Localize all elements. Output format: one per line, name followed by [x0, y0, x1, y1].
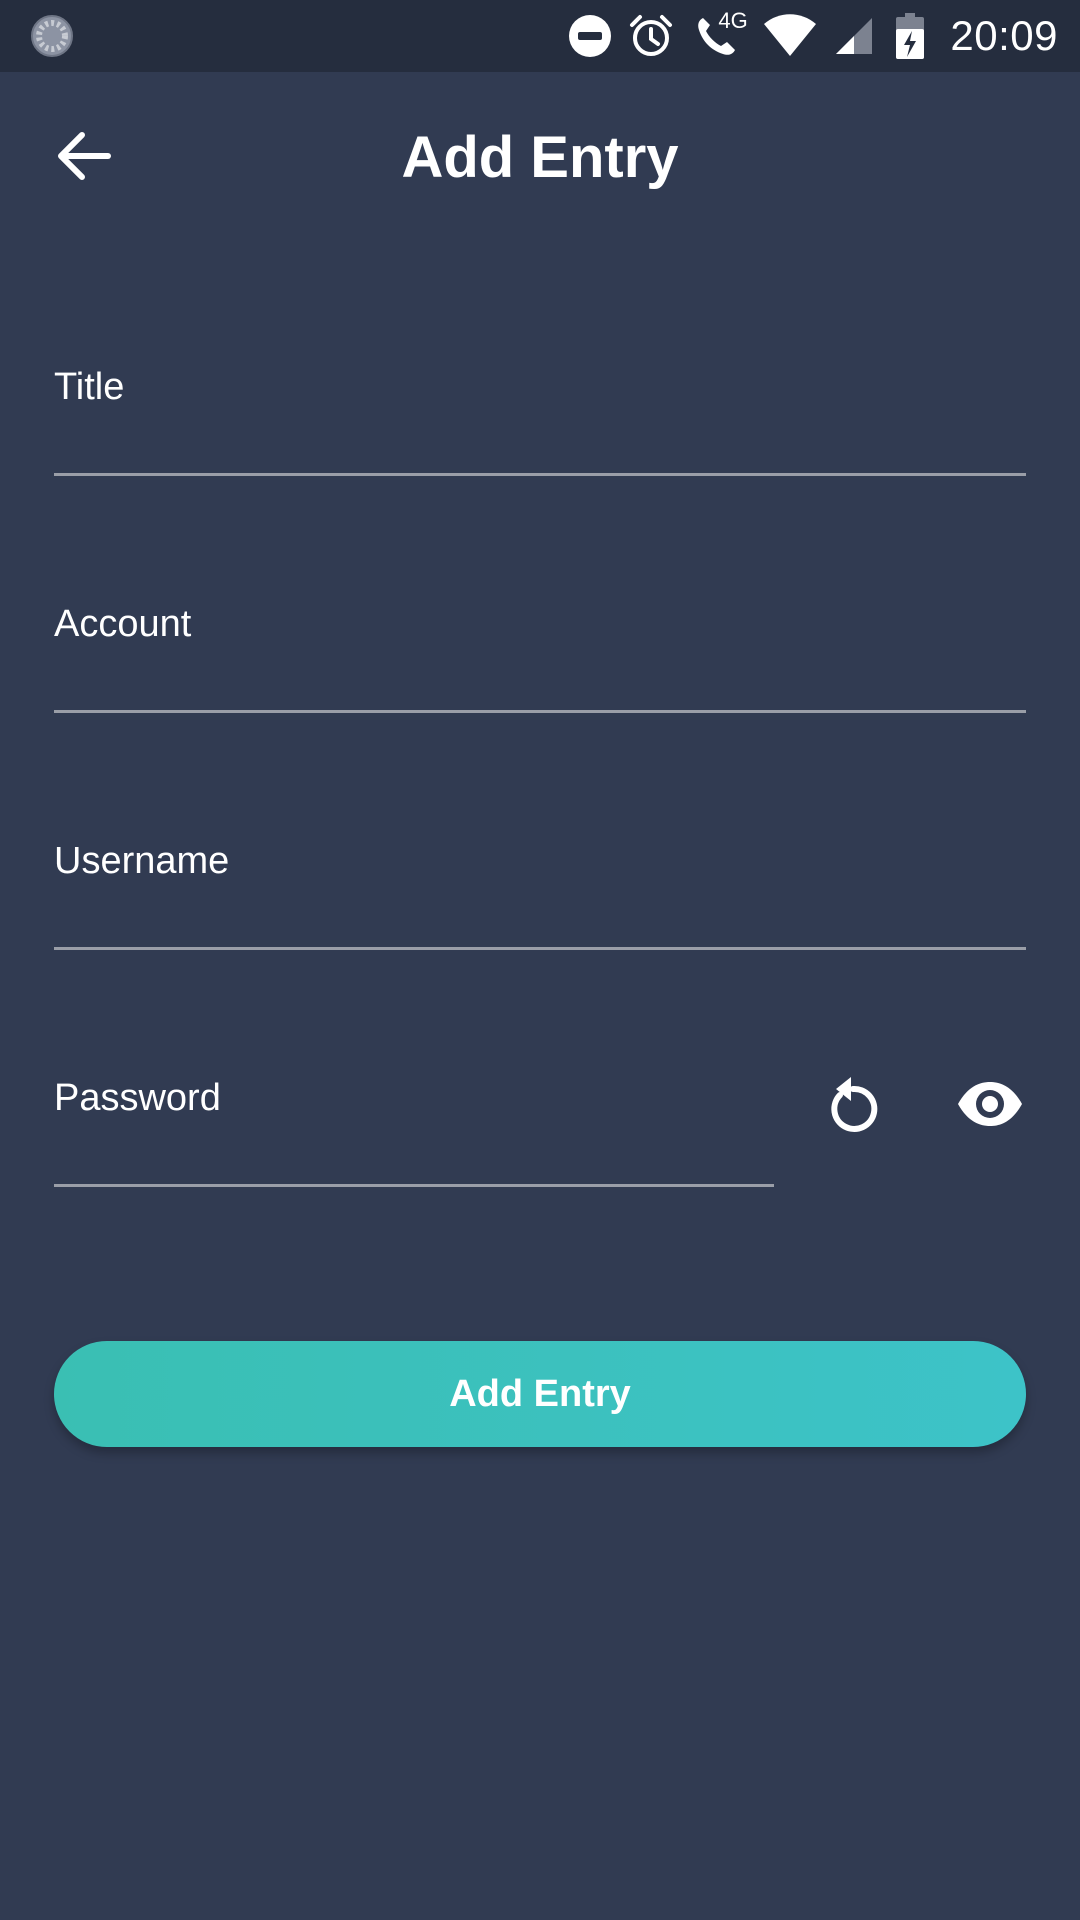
- toggle-password-visibility-button[interactable]: [950, 1064, 1030, 1144]
- status-time: 20:09: [950, 12, 1058, 59]
- account-input[interactable]: [54, 603, 1030, 715]
- password-field-underline: [54, 1184, 774, 1187]
- refresh-icon: [831, 1077, 878, 1132]
- add-entry-button[interactable]: Add Entry: [54, 1341, 1026, 1447]
- password-field[interactable]: Password: [54, 1077, 778, 1189]
- regenerate-password-button[interactable]: [813, 1064, 893, 1144]
- username-input[interactable]: [54, 840, 1030, 952]
- username-field[interactable]: Username: [54, 840, 1030, 952]
- title-field-underline: [54, 473, 1026, 476]
- toolbar: Add Entry: [0, 72, 1080, 242]
- status-icons: 4G 20:09: [552, 0, 1058, 72]
- eye-icon: [958, 1082, 1022, 1126]
- title-field[interactable]: Title: [54, 366, 1030, 478]
- cell-signal-icon: [832, 12, 873, 60]
- alarm-icon: [628, 12, 674, 60]
- username-field-underline: [54, 947, 1026, 950]
- password-input[interactable]: [54, 1077, 778, 1189]
- account-field[interactable]: Account: [54, 603, 1030, 715]
- page-title: Add Entry: [401, 125, 679, 190]
- status-bar: 4G 20:09: [0, 0, 1080, 72]
- wifi-calling-icon: 4G: [690, 8, 748, 60]
- wifi-icon: [764, 12, 817, 60]
- add-entry-button-label: Add Entry: [449, 1372, 631, 1415]
- battery-charging-icon: [896, 12, 925, 60]
- do-not-disturb-icon: [568, 12, 612, 60]
- account-field-underline: [54, 710, 1026, 713]
- loading-circle-icon: [30, 14, 74, 58]
- network-type-label: 4G: [718, 8, 748, 33]
- title-input[interactable]: [54, 366, 1030, 478]
